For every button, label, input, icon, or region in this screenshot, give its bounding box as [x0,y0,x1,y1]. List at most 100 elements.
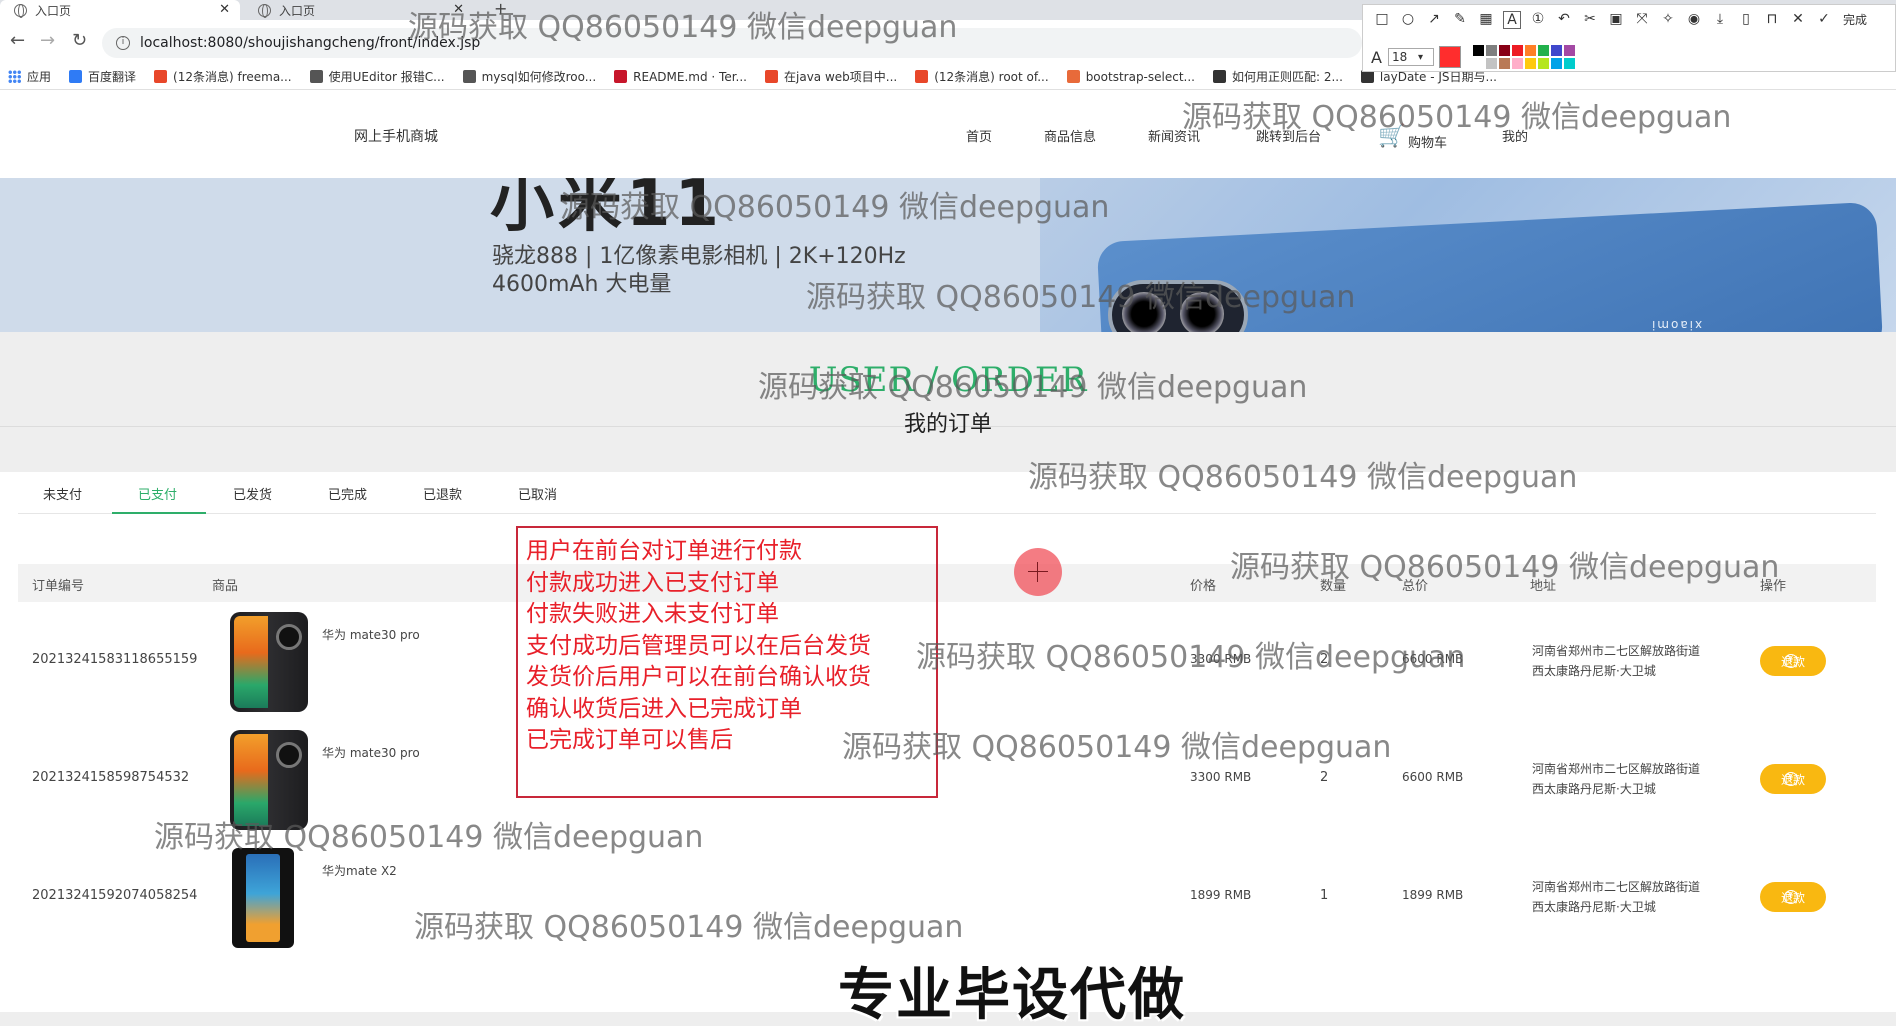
color-swatch[interactable] [1472,45,1484,56]
bookmark-item[interactable]: 如何用正则匹配: 2... [1212,68,1343,85]
close-icon[interactable]: ✕ [219,2,230,17]
address-line-2: 西太康路丹尼斯·大卫城 [1532,782,1656,796]
translate-icon[interactable]: ⤧ [1633,11,1651,29]
bookmark-item[interactable]: 应用 [8,68,51,85]
cart-icon[interactable]: 🛒 [1378,124,1405,149]
chevron-down-icon[interactable]: ▾ [1418,52,1423,63]
undo-icon[interactable]: ↶ [1555,11,1573,29]
bookmark-item[interactable]: mysql如何修改roo... [462,68,597,85]
color-swatch[interactable] [1511,45,1523,56]
bookmark-item[interactable]: (12条消息) freema... [154,68,292,85]
close-icon[interactable]: ✕ [453,2,464,17]
ocr-icon[interactable]: ▣ [1607,11,1625,29]
phone-icon[interactable]: ▯ [1737,11,1755,29]
color-swatch[interactable] [1550,45,1562,56]
browser-tab-title: 入口页 [35,3,72,18]
bookmark-icon[interactable]: ⊓ [1763,11,1781,29]
pin-icon[interactable]: ✂ [1581,11,1599,29]
hero-banner[interactable]: xiaomi 小米11 骁龙888 | 1亿像素电影相机 | 2K+120Hz … [0,178,1896,332]
color-swatch[interactable] [1498,45,1510,56]
annotation-line: 确认收货后进入已完成订单 [526,695,802,722]
nav-home[interactable]: 首页 [966,126,992,145]
number-tool-icon[interactable]: ① [1529,11,1547,29]
orders-table-header: 订单编号 商品 价格 数量 总价 地址 操作 [18,564,1876,602]
current-color-swatch[interactable] [1438,46,1461,68]
product-image[interactable] [232,848,294,948]
bookmark-item[interactable]: (12条消息) root of... [915,68,1049,85]
tab-completed[interactable]: 已完成 [328,484,367,503]
nav-cart[interactable]: 购物车 [1408,132,1447,151]
product-name[interactable]: 华为 mate30 pro [322,744,420,761]
bookmark-label: 在java web项目中... [784,70,898,84]
color-swatch[interactable] [1524,58,1536,69]
product-image[interactable] [230,730,308,830]
new-tab-icon[interactable]: + [494,0,507,18]
browser-tab-title: 入口页 [279,3,316,18]
bookmark-favicon-icon [1066,70,1080,83]
info-icon[interactable]: i [116,36,130,50]
color-swatch[interactable] [1511,58,1523,69]
section-title-cn: 我的订单 [903,412,992,437]
product-name[interactable]: 华为 mate30 pro [322,626,420,643]
color-swatch[interactable] [1472,58,1484,69]
product-name[interactable]: 华为mate X2 [322,862,397,879]
pen-tool-icon[interactable]: ✎ [1451,11,1469,29]
color-swatch[interactable] [1537,58,1549,69]
magic-icon[interactable]: ✧ [1659,11,1677,29]
reload-icon[interactable]: ↻ [72,30,87,51]
globe-icon [258,3,271,18]
mosaic-tool-icon[interactable]: ▦ [1477,11,1495,29]
bookmark-label: bootstrap-select... [1085,69,1195,84]
color-swatch[interactable] [1485,58,1497,69]
tab-unpaid[interactable]: 未支付 [43,484,82,503]
rectangle-tool-icon[interactable]: □ [1373,11,1391,29]
ellipse-tool-icon[interactable]: ○ [1399,11,1417,29]
bookmark-item[interactable]: 在java web项目中... [765,68,897,85]
color-swatch[interactable] [1498,58,1510,69]
tab-refunded[interactable]: 已退款 [423,484,462,503]
color-swatch[interactable] [1524,45,1536,56]
record-icon[interactable]: ◉ [1685,11,1703,29]
bookmark-label: (12条消息) freema... [173,70,292,84]
bookmark-item[interactable]: 使用UEditor 报错C... [309,68,445,85]
bookmark-item[interactable]: README.md · Ter... [614,70,747,84]
color-swatch[interactable] [1550,58,1562,69]
tab-shipped[interactable]: 已发货 [233,484,272,503]
done-label[interactable]: 完成 [1841,11,1869,29]
bookmark-label: 应用 [27,70,52,84]
text-tool-icon[interactable]: A [1503,11,1521,29]
banner-title: 小米11 [490,178,724,241]
bookmark-favicon-icon [614,70,628,83]
color-swatch[interactable] [1485,45,1497,56]
tab-paid[interactable]: 已支付 [138,484,177,503]
nav-admin[interactable]: 跳转到后台 [1256,126,1321,145]
check-icon[interactable]: ✓ [1815,11,1833,29]
browser-tab-active[interactable]: 入口页 ✕ [0,0,240,20]
bookmark-item[interactable]: 百度翻译 [69,68,136,85]
refund-button[interactable]: ¥ 退款 [1760,882,1826,912]
nav-my[interactable]: 我的 [1502,126,1528,145]
color-swatch[interactable] [1563,45,1575,56]
download-icon[interactable]: ⤓ [1711,11,1729,29]
refund-button[interactable]: ¥ 退款 [1760,646,1826,676]
bookmark-item[interactable]: bootstrap-select... [1066,69,1195,84]
nav-news[interactable]: 新闻资讯 [1148,126,1200,145]
price: 3300 RMB [1190,652,1252,666]
product-image[interactable] [230,612,308,712]
arrow-tool-icon[interactable]: ↗ [1425,11,1443,29]
refund-button[interactable]: ¥ 退款 [1760,764,1826,794]
color-swatch[interactable] [1537,45,1549,56]
font-size-select[interactable]: 18 [1387,48,1434,66]
site-logo[interactable]: 网上手机商城 [354,126,438,146]
color-swatch[interactable] [1563,58,1575,69]
tab-cancelled[interactable]: 已取消 [518,484,557,503]
forward-arrow-icon[interactable]: → [40,30,55,51]
browser-tab-inactive[interactable]: 入口页 ✕ [244,0,474,20]
nav-products[interactable]: 商品信息 [1044,126,1096,145]
back-arrow-icon[interactable]: ← [10,30,25,51]
close-icon[interactable]: ✕ [1789,11,1807,29]
bookmark-label: mysql如何修改roo... [481,70,597,84]
bookmark-label: README.md · Ter... [633,69,747,84]
address-bar[interactable]: i localhost:8080/shoujishangcheng/front/… [102,28,1362,58]
bookmark-favicon-icon [462,70,476,83]
